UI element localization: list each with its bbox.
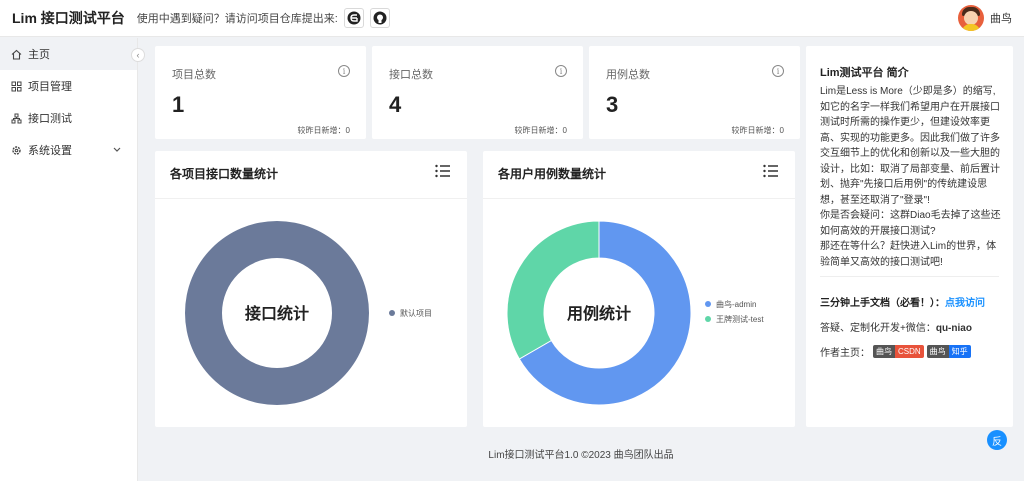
gitee-icon [347, 11, 361, 25]
github-icon [373, 11, 387, 25]
grid-icon [10, 80, 22, 92]
stat-card-projects: 项目总数 i 1 较昨日新增：0 [155, 46, 366, 139]
chart-card-case-stats: 各用户用例数量统计 曲鸟-admin 王牌测试-test 用例统计 [483, 151, 795, 427]
help-text: 使用中遇到疑问？请访问项目仓库提出来: [136, 13, 338, 25]
intro-line: 如它的名字一样我们希望用户在开展接口 [820, 101, 1000, 113]
contact-prefix: 答疑、定制化开发+微信： [820, 323, 936, 334]
intro-line: Lim是Less is More（少即是多）的缩写, [820, 86, 996, 97]
intro-line: 交互细节上的优化和创新以及一些大胆的 [820, 148, 1000, 159]
avatar[interactable] [958, 5, 984, 31]
pie-chart: 默认项目 接口统计 [185, 221, 432, 405]
intro-line: 那还在等什么？赶快进入Lim的世界，体 [820, 241, 997, 252]
user-name[interactable]: 曲鸟 [990, 10, 1012, 26]
info-icon[interactable]: i [772, 65, 784, 77]
doc-row: 三分钟上手文档（必看！）：点我访问 [820, 294, 985, 309]
app-title[interactable]: Lim 接口测试平台 [12, 8, 125, 28]
intro-line: 划、抛弃"先接口后用例"的传统建设思 [820, 179, 988, 190]
intro-title: Lim测试平台 简介 [820, 67, 909, 79]
intro-line: 验简单又高效的接口测试吧! [820, 256, 943, 268]
tree-icon [10, 112, 22, 124]
author-row: 作者主页： 曲鸟 CSDN 曲鸟 知乎 [820, 344, 971, 359]
user-menu[interactable]: 曲鸟 [958, 5, 1012, 31]
info-icon[interactable]: i [338, 65, 350, 77]
intro-line: 你是否会疑问：这群Diao毛去掉了这些还 [820, 210, 1001, 221]
intro-line: 高、实现的功能更多。因此我们做了许多 [820, 132, 1000, 144]
stat-card-cases: 用例总数 i 3 较昨日新增：0 [589, 46, 800, 139]
author-prefix: 作者主页： [820, 348, 870, 359]
chevron-down-icon [113, 144, 121, 156]
stat-label: 接口总数 [389, 69, 433, 81]
sidebar: 主页 项目管理 接口测试 系统设置 [0, 38, 138, 481]
top-header: Lim 接口测试平台 使用中遇到疑问？请访问项目仓库提出来: 曲鸟 [0, 0, 1024, 37]
stat-sub: 较昨日新增：0 [731, 126, 784, 135]
home-icon [10, 48, 22, 60]
chart-center-label: 接口统计 [245, 304, 309, 323]
contact-row: 答疑、定制化开发+微信：qu-niao [820, 319, 972, 334]
doc-link[interactable]: 点我访问 [945, 298, 985, 309]
stat-value: 4 [389, 92, 402, 117]
sidebar-item-home[interactable]: 主页 [0, 38, 137, 70]
doc-prefix: 三分钟上手文档（必看！）： [820, 298, 945, 309]
footer: Lim接口测试平台1.0 ©2023 曲鸟团队出品 [488, 450, 674, 461]
intro-line: 设计，比如：取消了局部变量、前后置计 [820, 163, 1000, 175]
gitee-button[interactable] [343, 8, 364, 28]
float-feedback-button[interactable]: 反 [987, 430, 1007, 450]
sidebar-item-label: 系统设置 [28, 145, 72, 157]
legend-label: 王牌测试-test [716, 314, 764, 324]
contact-value: qu-niao [935, 323, 972, 334]
intro-body: Lim是Less is More（少即是多）的缩写, 如它的名字一样我们希望用户… [820, 84, 1002, 270]
sidebar-item-projects[interactable]: 项目管理 [0, 70, 137, 102]
stat-sub: 较昨日新增：0 [297, 126, 350, 135]
sidebar-item-label: 接口测试 [28, 113, 72, 125]
stat-label: 用例总数 [606, 69, 650, 81]
csdn-badge[interactable]: 曲鸟 CSDN [873, 345, 924, 358]
pie-slice[interactable] [506, 220, 600, 360]
intro-line: 想，甚至还取消了"登录"! [820, 194, 930, 206]
sidebar-item-label: 主页 [28, 49, 50, 61]
sidebar-item-api-test[interactable]: 接口测试 [0, 102, 137, 134]
intro-card: Lim测试平台 简介 Lim是Less is More（少即是多）的缩写, 如它… [806, 46, 1013, 427]
chevron-left-icon: ‹ [136, 50, 140, 60]
stat-value: 1 [172, 92, 185, 117]
sidebar-item-label: 项目管理 [28, 81, 72, 93]
stat-value: 3 [606, 92, 619, 117]
zhihu-badge[interactable]: 曲鸟 知乎 [926, 345, 971, 358]
github-button[interactable] [369, 8, 390, 28]
chart-card-api-stats: 各项目接口数量统计 默认项目 接口统计 [155, 151, 467, 427]
legend-marker [705, 301, 711, 307]
info-icon[interactable]: i [555, 65, 567, 77]
chart-center-label: 用例统计 [567, 304, 631, 323]
gear-icon [10, 144, 22, 156]
legend-label: 默认项目 [400, 308, 432, 318]
legend-marker [389, 310, 395, 316]
stat-card-apis: 接口总数 i 4 较昨日新增：0 [372, 46, 583, 139]
intro-line: 测试时所需的操作更少，但建设效率更 [820, 117, 990, 128]
legend-label: 曲鸟-admin [716, 299, 756, 309]
sidebar-item-settings[interactable]: 系统设置 [0, 134, 137, 166]
pie-chart: 曲鸟-admin 王牌测试-test 用例统计 [506, 220, 764, 406]
sidebar-collapse-button[interactable]: ‹ [131, 48, 145, 62]
stat-sub: 较昨日新增：0 [514, 126, 567, 135]
legend-marker [705, 316, 711, 322]
intro-line: 如何高效的开展接口测试? [820, 225, 936, 237]
stat-label: 项目总数 [172, 69, 216, 81]
